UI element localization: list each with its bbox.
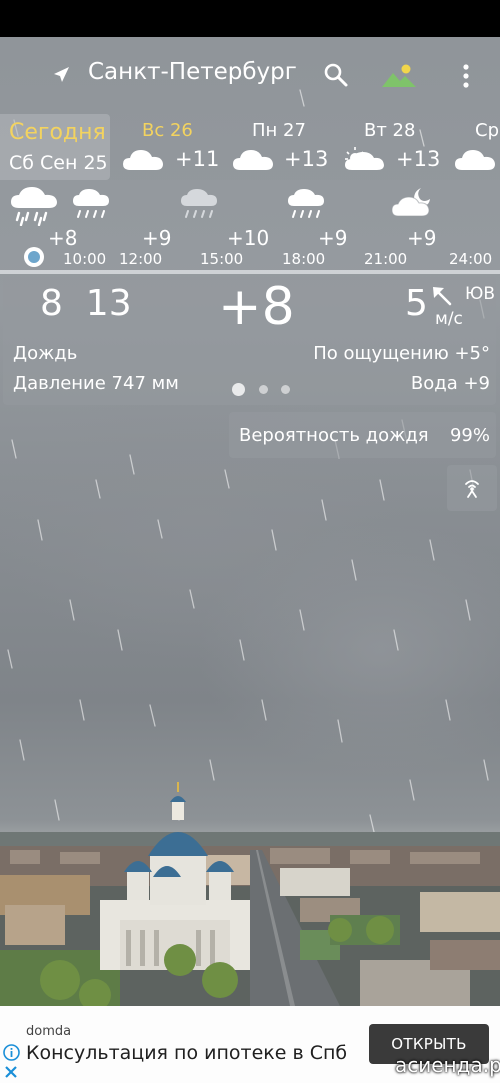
page-dot-active bbox=[232, 383, 245, 396]
hour-temp: +9 bbox=[407, 226, 437, 250]
top-bar: Санкт-Петербург bbox=[0, 37, 500, 115]
hour-time: 10:00 bbox=[63, 250, 107, 268]
pressure: Давление 747 мм bbox=[13, 373, 179, 394]
watermark: асиенда.ру bbox=[395, 1053, 500, 1077]
city-name[interactable]: Санкт-Петербург bbox=[88, 59, 297, 85]
min-max-temps: 8 13 bbox=[40, 283, 132, 324]
cloud-icon bbox=[455, 150, 495, 170]
rain-icon bbox=[288, 189, 324, 218]
current-temperature: +8 bbox=[218, 277, 295, 337]
ad-info-icon[interactable] bbox=[3, 1044, 20, 1061]
day-name: Пн 27 bbox=[252, 120, 306, 141]
rain-probability-value: 99% bbox=[449, 425, 490, 446]
radar-icon bbox=[465, 480, 479, 498]
wind-unit: м/с bbox=[435, 309, 463, 329]
cloud-icon bbox=[233, 150, 273, 170]
ad-advertiser: domda bbox=[26, 1024, 72, 1039]
hour-time: 21:00 bbox=[364, 250, 408, 268]
hour-time: 15:00 bbox=[200, 250, 244, 268]
hour-temp: +9 bbox=[142, 226, 172, 250]
day-temp: +11 bbox=[175, 147, 220, 171]
day-tab-tue[interactable]: Вт 28 +13 bbox=[343, 114, 453, 180]
status-bar bbox=[0, 0, 500, 37]
page-indicator bbox=[232, 383, 302, 397]
day-name: Вт 28 bbox=[364, 120, 416, 141]
rain-probability-label: Вероятность дождя bbox=[239, 425, 429, 446]
max-temp: 13 bbox=[85, 283, 132, 324]
current-weather-card[interactable]: 8 13 +8 5 ЮВ м/с Дождь По ощущению +5° Д… bbox=[3, 277, 496, 405]
wind-direction-arrow-icon bbox=[433, 287, 452, 306]
wind-direction: ЮВ bbox=[465, 284, 496, 304]
page-dot bbox=[281, 385, 290, 394]
partly-sunny-cloud-icon bbox=[345, 147, 384, 170]
background-image-icon[interactable] bbox=[380, 62, 418, 90]
ad-headline[interactable]: Консультация по ипотеке в Спб bbox=[26, 1042, 347, 1064]
day-name: Ср bbox=[475, 120, 499, 141]
hour-time: 12:00 bbox=[119, 250, 163, 268]
rain-probability: Вероятность дождя 99% bbox=[229, 412, 496, 458]
current-hour-indicator bbox=[24, 247, 44, 267]
hour-time: 18:00 bbox=[282, 250, 326, 268]
cloud-icon bbox=[123, 150, 163, 170]
hour-time: 24:00 bbox=[449, 250, 493, 268]
day-temp: +13 bbox=[396, 147, 441, 171]
overflow-menu-icon[interactable] bbox=[456, 62, 476, 90]
city-background-image bbox=[0, 782, 500, 1006]
page-dot bbox=[259, 385, 268, 394]
heavy-rain-icon bbox=[11, 187, 57, 226]
day-tab-today[interactable]: Сегодня Сб Сен 25 bbox=[0, 114, 110, 180]
light-rain-icon bbox=[181, 189, 217, 218]
min-temp: 8 bbox=[40, 283, 63, 324]
ad-close-icon[interactable] bbox=[3, 1064, 19, 1080]
hour-temp: +8 bbox=[48, 226, 78, 250]
rain-icon bbox=[73, 189, 109, 218]
day-tab-wed[interactable]: Ср bbox=[454, 114, 500, 180]
day-forecast-row: Сегодня Сб Сен 25 Вс 26 +11 Пн 27 +13 Вт… bbox=[0, 114, 500, 180]
hourly-forecast[interactable]: +8 +9 +10 +9 +9 10:00 12:00 15:00 18:00 … bbox=[0, 180, 500, 270]
panel-divider bbox=[0, 270, 500, 274]
weather-app: Санкт-Петербург Сегодня Сб Сен 25 Вс 26 … bbox=[0, 0, 500, 1083]
search-icon[interactable] bbox=[323, 62, 349, 88]
hour-temp: +9 bbox=[318, 226, 348, 250]
condition-text: Дождь bbox=[13, 343, 78, 364]
day-tab-sun[interactable]: Вс 26 +11 bbox=[120, 114, 230, 180]
hour-temp: +10 bbox=[227, 226, 270, 250]
location-arrow-icon[interactable] bbox=[50, 64, 72, 86]
water-temperature: Вода +9 bbox=[410, 373, 490, 394]
day-tab-mon[interactable]: Пн 27 +13 bbox=[231, 114, 341, 180]
day-name: Сегодня bbox=[9, 120, 106, 145]
feels-like: По ощущению +5° bbox=[313, 343, 490, 364]
day-temp: +13 bbox=[284, 147, 329, 171]
day-name: Вс 26 bbox=[142, 120, 193, 141]
wind-speed: 5 bbox=[405, 283, 428, 324]
day-date: Сб Сен 25 bbox=[9, 152, 108, 174]
radar-button[interactable] bbox=[447, 465, 497, 511]
cloudy-night-icon bbox=[391, 188, 430, 217]
